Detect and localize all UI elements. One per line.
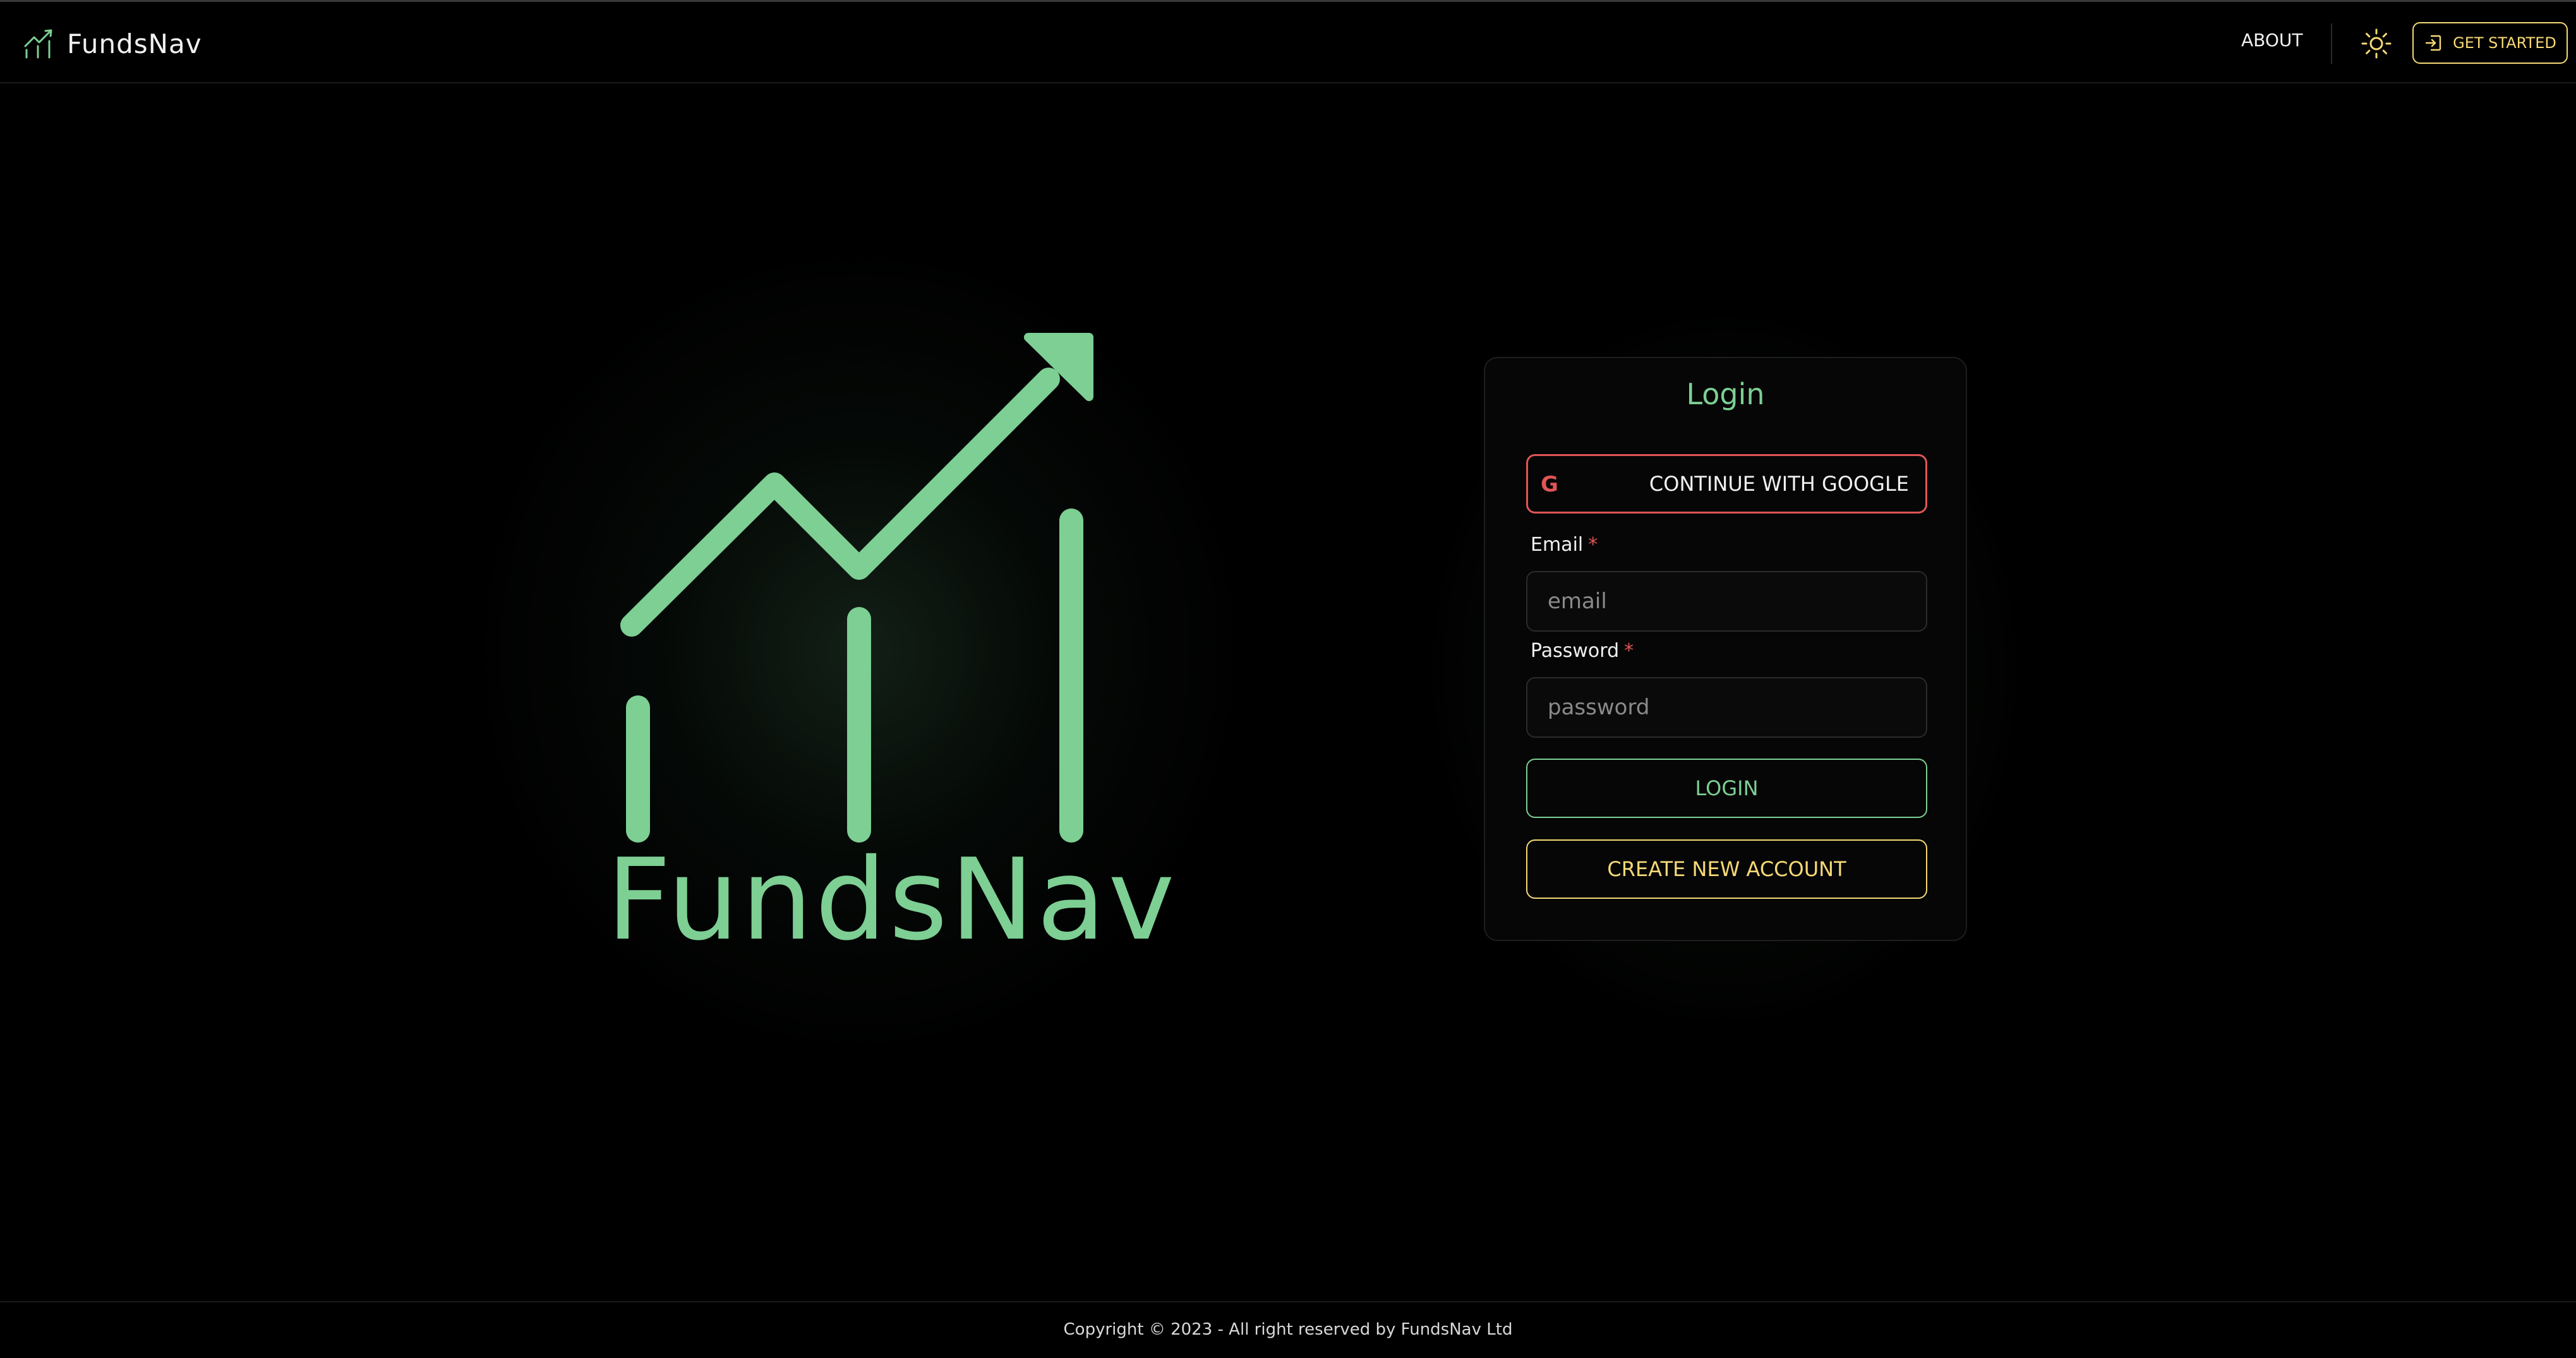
login-icon: [2425, 35, 2441, 51]
login-button[interactable]: LOGIN: [1526, 759, 1927, 818]
nav-about-link[interactable]: ABOUT: [2241, 30, 2303, 51]
chart-growth-icon: [24, 29, 52, 59]
footer: Copyright © 2023 - All right reserved by…: [0, 1301, 2576, 1358]
nav-divider: [2331, 23, 2332, 64]
email-field[interactable]: [1526, 571, 1927, 632]
copyright-text: Copyright © 2023 - All right reserved by…: [1063, 1320, 1513, 1339]
fundsnav-logo-icon: [620, 333, 1093, 843]
login-button-label: LOGIN: [1695, 776, 1759, 800]
create-account-button[interactable]: CREATE NEW ACCOUNT: [1526, 839, 1927, 899]
required-marker: *: [1588, 534, 1598, 556]
email-label: Email *: [1531, 534, 1598, 556]
create-account-label: CREATE NEW ACCOUNT: [1607, 857, 1846, 881]
continue-with-google-button[interactable]: G CONTINUE WITH GOOGLE: [1526, 454, 1927, 514]
password-label: Password *: [1531, 640, 1634, 662]
password-label-text: Password: [1531, 640, 1620, 662]
theme-toggle-button[interactable]: [2360, 27, 2393, 60]
sun-icon: [2361, 28, 2392, 59]
get-started-button[interactable]: GET STARTED: [2412, 22, 2568, 64]
hero-logo: [606, 328, 1112, 846]
login-title: Login: [1686, 377, 1765, 411]
brand-name: FundsNav: [67, 28, 202, 59]
login-card: Login G CONTINUE WITH GOOGLE Email* Pass…: [1484, 357, 1967, 941]
required-marker: *: [1624, 640, 1634, 662]
google-icon: G: [1541, 472, 1558, 497]
get-started-label: GET STARTED: [2453, 34, 2556, 52]
hero-logo-text: FundsNav: [606, 834, 1177, 965]
google-button-label: CONTINUE WITH GOOGLE: [1649, 472, 1909, 496]
brand-link[interactable]: FundsNav: [23, 25, 202, 63]
email-label-text: Email: [1531, 534, 1584, 556]
password-field[interactable]: [1526, 677, 1927, 738]
top-navbar: FundsNav ABOUT GET STARTED: [0, 0, 2576, 83]
